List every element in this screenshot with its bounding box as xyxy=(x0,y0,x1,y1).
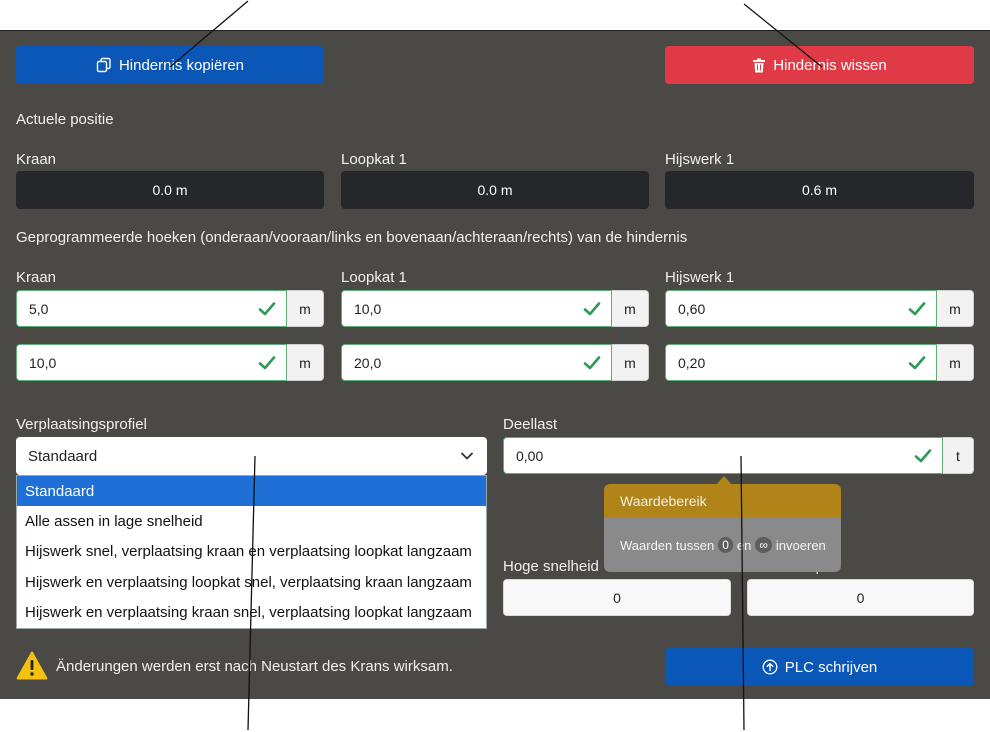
high-speed-input[interactable]: 0 xyxy=(503,579,731,616)
check-icon xyxy=(908,301,926,315)
warning-text: Änderungen werden erst nach Neustart des… xyxy=(56,658,453,675)
trolley-min-input[interactable]: 10,0 xyxy=(341,290,612,327)
programmed-title: Geprogrammeerde hoeken (onderaan/vooraan… xyxy=(16,229,688,246)
copy-obstacle-label: Hindernis kopiëren xyxy=(118,56,245,74)
profile-option-standaard[interactable]: Standaard xyxy=(17,476,486,507)
plc-write-button[interactable]: PLC schrijven xyxy=(665,648,974,686)
profile-dropdown-list: Standaard Alle assen in lage snelheid Hi… xyxy=(16,475,487,629)
arrow-up-circle-icon xyxy=(762,659,778,675)
profile-option-hoist-crane-fast[interactable]: Hijswerk en verplaatsing kraan snel, ver… xyxy=(17,598,486,628)
high-speed-label: Hoge snelheid xyxy=(503,558,599,575)
tooltip-min-value: 0 xyxy=(718,537,733,553)
hoist-max-input-group: 0,20 m xyxy=(665,344,974,381)
profile-option-all-low[interactable]: Alle assen in lage snelheid xyxy=(17,506,486,536)
programmed-crane-label: Kraan xyxy=(16,269,57,286)
tooltip-title: Waardebereik xyxy=(604,484,841,518)
delete-obstacle-label: Hindernis wissen xyxy=(773,56,887,74)
profile-label: Verplaatsingsprofiel xyxy=(16,416,147,433)
check-icon xyxy=(258,301,276,315)
value-range-tooltip: Waardebereik Waarden tussen 0 en ∞ invoe… xyxy=(604,484,841,572)
delete-obstacle-button[interactable]: Hindernis wissen xyxy=(665,46,974,84)
intermediate-stop-input[interactable]: 0 xyxy=(747,579,974,616)
unit-label: t xyxy=(943,437,974,474)
unit-label: m xyxy=(937,344,974,381)
check-icon xyxy=(258,355,276,369)
trolley-max-input-group: 20,0 m xyxy=(341,344,649,381)
current-position-title: Actuele positie xyxy=(16,111,114,128)
programmed-hoist-label: Hijswerk 1 xyxy=(665,269,735,286)
chevron-down-icon xyxy=(461,452,473,460)
crane-min-input[interactable]: 5,0 xyxy=(16,290,287,327)
current-crane-value: 0.0 m xyxy=(16,171,324,209)
unit-label: m xyxy=(287,290,324,327)
programmed-trolley-label: Loopkat 1 xyxy=(341,269,407,286)
profile-option-hoist-trolley-fast[interactable]: Hijswerk en verplaatsing loopkat snel, v… xyxy=(17,567,486,597)
trolley-max-input[interactable]: 20,0 xyxy=(341,344,612,381)
tooltip-max-value: ∞ xyxy=(755,537,772,553)
copy-obstacle-button[interactable]: Hindernis kopiëren xyxy=(16,46,324,84)
deellast-input[interactable]: 0,00 xyxy=(503,437,943,474)
unit-label: m xyxy=(287,344,324,381)
hoist-min-input-group: 0,60 m xyxy=(665,290,974,327)
crane-max-input-group: 10,0 m xyxy=(16,344,324,381)
current-hoist-label: Hijswerk 1 xyxy=(665,151,735,168)
unit-label: m xyxy=(612,290,649,327)
copy-icon xyxy=(96,57,111,73)
unit-label: m xyxy=(937,290,974,327)
current-trolley-label: Loopkat 1 xyxy=(341,151,407,168)
profile-selected-value: Standaard xyxy=(28,447,98,465)
current-hoist-value: 0.6 m xyxy=(665,171,974,209)
current-crane-label: Kraan xyxy=(16,151,57,168)
current-trolley-value: 0.0 m xyxy=(341,171,649,209)
profile-select[interactable]: Standaard xyxy=(16,437,487,475)
trolley-min-input-group: 10,0 m xyxy=(341,290,649,327)
hoist-min-input[interactable]: 0,60 xyxy=(665,290,937,327)
plc-write-label: PLC schrijven xyxy=(784,658,878,676)
deellast-label: Deellast xyxy=(503,416,558,433)
hoist-max-input[interactable]: 0,20 xyxy=(665,344,937,381)
check-icon xyxy=(583,301,601,315)
profile-option-hoist-fast[interactable]: Hijswerk snel, verplaatsing kraan en ver… xyxy=(17,537,486,567)
crane-min-input-group: 5,0 m xyxy=(16,290,324,327)
warning-icon xyxy=(16,651,48,680)
tooltip-body: Waarden tussen 0 en ∞ invoeren xyxy=(604,518,841,572)
unit-label: m xyxy=(612,344,649,381)
crane-max-input[interactable]: 10,0 xyxy=(16,344,287,381)
check-icon xyxy=(908,355,926,369)
trash-icon xyxy=(753,58,766,72)
check-icon xyxy=(914,448,932,462)
check-icon xyxy=(583,355,601,369)
deellast-input-group: 0,00 t xyxy=(503,437,974,474)
